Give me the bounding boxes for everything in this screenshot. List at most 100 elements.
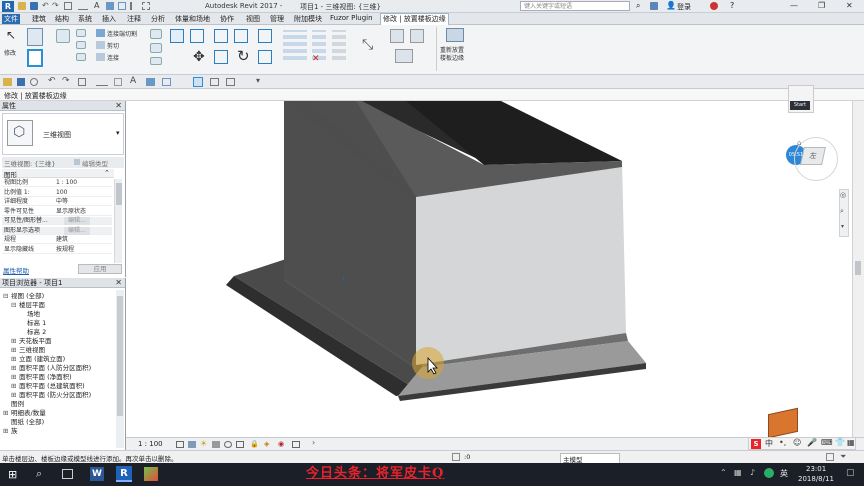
type-dropdown-icon[interactable]: ▾ — [116, 129, 120, 137]
clock-date[interactable]: 2018/8/11 — [798, 475, 834, 483]
browser-scrollbar[interactable] — [116, 290, 124, 448]
select-arrow-icon[interactable]: ↖ — [6, 28, 16, 42]
tree-toggle-icon[interactable]: ⊞ — [11, 337, 19, 345]
tab-architecture[interactable]: 建筑 — [30, 14, 48, 24]
shadows-icon[interactable] — [212, 441, 220, 448]
tree-toggle-icon[interactable]: ⊞ — [11, 364, 19, 372]
mirror-icon[interactable] — [214, 29, 228, 43]
tray-expand-icon[interactable]: ⌃ — [720, 468, 727, 477]
edit-type-button[interactable]: 编辑类型 — [82, 158, 108, 168]
browser-tree-item[interactable]: 图例 — [3, 400, 24, 408]
thin-lines-toolbar-icon[interactable] — [193, 77, 203, 87]
cut-icon[interactable] — [96, 41, 105, 49]
sync-icon[interactable] — [30, 78, 38, 86]
browser-tree-item[interactable]: 场地 — [19, 310, 40, 318]
section-toolbar-icon[interactable] — [162, 78, 171, 86]
ime-emoji-icon[interactable]: ☺ — [793, 438, 801, 447]
tree-toggle-icon[interactable]: ⊞ — [11, 373, 19, 381]
browser-tree-item[interactable]: ⊞ 三维视图 — [11, 346, 45, 354]
view-scale[interactable]: 1 : 100 — [138, 440, 163, 448]
array-icon[interactable] — [283, 30, 307, 60]
browser-tree-item[interactable]: ⊞ 明细表/数量 — [3, 409, 46, 417]
text-icon[interactable]: A — [94, 1, 99, 10]
measure-toolbar-icon[interactable] — [96, 78, 108, 86]
help-icon[interactable]: ? — [730, 1, 734, 10]
3d-view-icon[interactable] — [106, 2, 114, 10]
tree-toggle-icon[interactable]: ⊞ — [11, 355, 19, 363]
tree-toggle-icon[interactable]: ⊞ — [11, 346, 19, 354]
undo-toolbar-icon[interactable]: ↶ — [48, 76, 56, 86]
save-icon[interactable] — [30, 2, 38, 10]
ime-punct-icon[interactable]: •, — [779, 438, 786, 447]
task-view-icon[interactable] — [62, 469, 73, 479]
search-icon[interactable]: ⌕ — [636, 1, 640, 11]
notifications-icon[interactable]: ▢ — [846, 468, 855, 478]
edit-type-icon[interactable] — [74, 159, 80, 165]
ime-tools-icon[interactable]: ▦ — [847, 438, 855, 447]
login-label[interactable]: 登录 — [677, 2, 691, 12]
tab-structure[interactable]: 结构 — [53, 14, 71, 24]
create-part-icon[interactable] — [390, 29, 404, 43]
thin-lines-icon[interactable] — [130, 2, 138, 10]
subscription-icon[interactable] — [650, 2, 658, 10]
paint-icon[interactable] — [150, 43, 162, 53]
redo-icon[interactable]: ↷ — [52, 2, 59, 10]
instance-select[interactable]: 三维视图: {三维} — [4, 158, 56, 168]
windows-start-icon[interactable]: ⊞ — [8, 468, 17, 481]
sun-path-icon[interactable]: ☀ — [200, 439, 207, 448]
browser-tree-item[interactable]: ⊞ 面积平面 (总建筑面积) — [11, 382, 85, 390]
exchange-icon[interactable] — [710, 2, 718, 10]
tab-manage[interactable]: 管理 — [268, 14, 286, 24]
properties-icon[interactable] — [27, 28, 43, 46]
close-button[interactable]: ✕ — [846, 1, 853, 10]
save-file-icon[interactable] — [17, 78, 25, 86]
crop-icon[interactable] — [236, 441, 244, 448]
move-icon[interactable]: ✥ — [193, 49, 205, 65]
app-logo-icon[interactable]: R — [2, 1, 14, 12]
create-similar-icon[interactable] — [395, 49, 413, 63]
measure-icon[interactable] — [78, 2, 88, 10]
tab-analyze[interactable]: 分析 — [149, 14, 167, 24]
browser-scroll-thumb[interactable] — [117, 296, 123, 416]
offset-icon[interactable] — [190, 29, 204, 43]
split-face-icon[interactable] — [150, 57, 162, 65]
text-toolbar-icon[interactable]: A — [130, 76, 136, 86]
open-file-icon[interactable] — [3, 78, 12, 86]
undo-icon[interactable]: ↶ — [42, 2, 49, 10]
viewport-scrollbar[interactable] — [852, 101, 864, 437]
browser-tree-item[interactable]: ⊞ 立面 (建筑立面) — [11, 355, 65, 363]
filter-icon[interactable]: ⏷ — [840, 452, 846, 462]
zoom-icon[interactable]: ⌕ — [840, 207, 844, 216]
cut-clip-icon[interactable] — [76, 41, 86, 49]
viewcube-face[interactable]: 左 — [800, 147, 826, 165]
tab-modify-slab-edge[interactable]: 修改 | 放置楼板边缘 — [380, 13, 449, 25]
tab-fuzor[interactable]: Fuzor Plugin — [328, 14, 375, 22]
render-icon[interactable] — [224, 441, 232, 448]
word-app-icon[interactable]: W — [90, 467, 104, 481]
apply-button[interactable]: 应用 — [78, 264, 122, 274]
tree-toggle-icon[interactable]: ⊞ — [11, 391, 19, 399]
open-icon[interactable] — [18, 2, 26, 10]
viewport-scroll-thumb[interactable] — [855, 261, 861, 275]
tab-massing[interactable]: 体量和场地 — [173, 14, 212, 24]
start-button[interactable]: Start — [790, 101, 810, 110]
group-header[interactable]: 图形 ⌃ — [2, 169, 114, 179]
browser-tree-item[interactable]: ⊞ 面积平面 (防火分区面积) — [11, 391, 91, 399]
beam-join-icon[interactable] — [150, 29, 162, 39]
property-value[interactable]: 编辑... — [64, 226, 90, 235]
close-hidden-toolbar-icon[interactable] — [226, 78, 235, 86]
paste-icon[interactable] — [56, 29, 70, 43]
ime-indicator[interactable]: 英 — [780, 468, 788, 479]
tab-file[interactable]: 文件 — [2, 14, 20, 24]
lock-view-icon[interactable]: 🔒 — [250, 440, 259, 448]
match-props-icon[interactable] — [76, 53, 86, 61]
tree-toggle-icon[interactable]: ⊟ — [11, 301, 19, 309]
browser-tree-item[interactable]: 图纸 (全部) — [3, 418, 44, 426]
tab-insert[interactable]: 插入 — [100, 14, 118, 24]
browser-tree-item[interactable]: 标高 1 — [19, 319, 46, 327]
props-scrollbar[interactable] — [114, 179, 122, 263]
3d-viewport[interactable]: ↑ 05:51 Start 左 ⌂ ◎ ⌕ ▾ — [126, 85, 852, 439]
user-icon[interactable]: 👤 — [666, 1, 676, 10]
ime-lang-icon[interactable]: 中 — [765, 438, 773, 449]
section-icon[interactable] — [118, 2, 126, 10]
